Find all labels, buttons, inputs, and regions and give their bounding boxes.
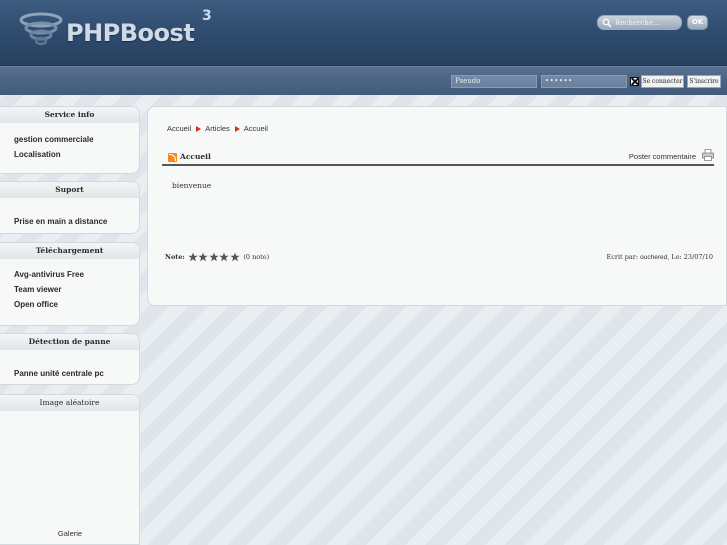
article-content: bienvenue: [172, 181, 212, 190]
site-header: PHPBoost 3 Recherche... OK: [0, 0, 727, 66]
sidebar-title: Détection de panne: [0, 334, 139, 350]
sidebar-title: Image aléatoire: [0, 395, 139, 411]
article-panel: Accueil Articles Accueil Accueil Poster …: [147, 106, 727, 306]
post-comment-link[interactable]: Poster commentaire: [629, 152, 696, 161]
author-link[interactable]: ouchered: [640, 254, 667, 261]
sidebar-item-gestion-commerciale[interactable]: gestion commerciale: [0, 132, 139, 147]
star-icon[interactable]: [209, 252, 219, 262]
site-logo[interactable]: PHPBoost 3: [18, 8, 218, 54]
sidebar-item-panne-unite[interactable]: Panne unité centrale pc: [0, 366, 139, 381]
sidebar-item-localisation[interactable]: Localisation: [0, 147, 139, 162]
written-by-label: Ecrit par:: [606, 253, 639, 261]
sidebar-title: Téléchargement: [0, 243, 139, 259]
article-author-info: Ecrit par: ouchered, Le: 23/07/10: [606, 253, 713, 261]
sidebar-detection: Détection de panne Panne unité centrale …: [0, 333, 140, 385]
logo-swirl-icon: [19, 12, 63, 46]
logo-text: PHPBoost: [66, 19, 195, 47]
breadcrumb-current[interactable]: Accueil: [244, 124, 268, 133]
sidebar-service-info: Service info gestion commerciale Localis…: [0, 106, 140, 174]
sidebar-title: Suport: [0, 182, 139, 198]
logo-version: 3: [202, 8, 212, 24]
breadcrumb-articles[interactable]: Articles: [205, 124, 230, 133]
gallery-link[interactable]: Galerie: [0, 529, 140, 538]
article-date: , Le: 23/07/10: [667, 253, 713, 261]
auto-connect-checkbox[interactable]: [630, 77, 639, 86]
search-input[interactable]: Recherche...: [597, 15, 682, 30]
sidebar-item-avg[interactable]: Avg-antivirus Free: [0, 267, 139, 282]
search-placeholder: Recherche...: [615, 18, 660, 27]
breadcrumb: Accueil Articles Accueil: [167, 124, 268, 133]
sidebar-telechargement: Téléchargement Avg-antivirus Free Team v…: [0, 242, 140, 326]
sidebar-suport: Suport Prise en main a distance: [0, 181, 140, 234]
rating-count: (0 note): [243, 253, 270, 261]
sidebar-title: Service info: [0, 107, 139, 123]
star-icon[interactable]: [188, 252, 198, 262]
sidebar-item-open-office[interactable]: Open office: [0, 297, 139, 312]
article-title: Accueil: [180, 152, 211, 161]
rating: Note: (0 note): [165, 252, 269, 262]
star-icon[interactable]: [230, 252, 240, 262]
register-button[interactable]: S'inscrire: [687, 75, 721, 88]
star-icon[interactable]: [219, 252, 229, 262]
sidebar-item-team-viewer[interactable]: Team viewer: [0, 282, 139, 297]
login-bar: Pseudo •••••• Se connecter S'inscrire: [0, 66, 727, 95]
sidebar-random-image: Image aléatoire Galerie: [0, 394, 140, 545]
login-button[interactable]: Se connecter: [641, 75, 684, 88]
breadcrumb-arrow-icon: [196, 125, 202, 132]
password-input[interactable]: ••••••: [541, 75, 627, 88]
article-header: Accueil Poster commentaire: [162, 149, 714, 166]
breadcrumb-arrow-icon: [234, 125, 240, 132]
breadcrumb-home[interactable]: Accueil: [167, 124, 191, 133]
star-icon[interactable]: [198, 252, 208, 262]
print-icon[interactable]: [702, 149, 714, 161]
search-icon: [602, 18, 612, 28]
rating-stars[interactable]: [188, 252, 241, 262]
rss-icon[interactable]: [168, 153, 177, 162]
sidebar-item-prise-en-main[interactable]: Prise en main a distance: [0, 214, 139, 229]
rating-label: Note:: [165, 253, 185, 261]
pseudo-input[interactable]: Pseudo: [451, 75, 537, 88]
search-button[interactable]: OK: [687, 15, 708, 30]
